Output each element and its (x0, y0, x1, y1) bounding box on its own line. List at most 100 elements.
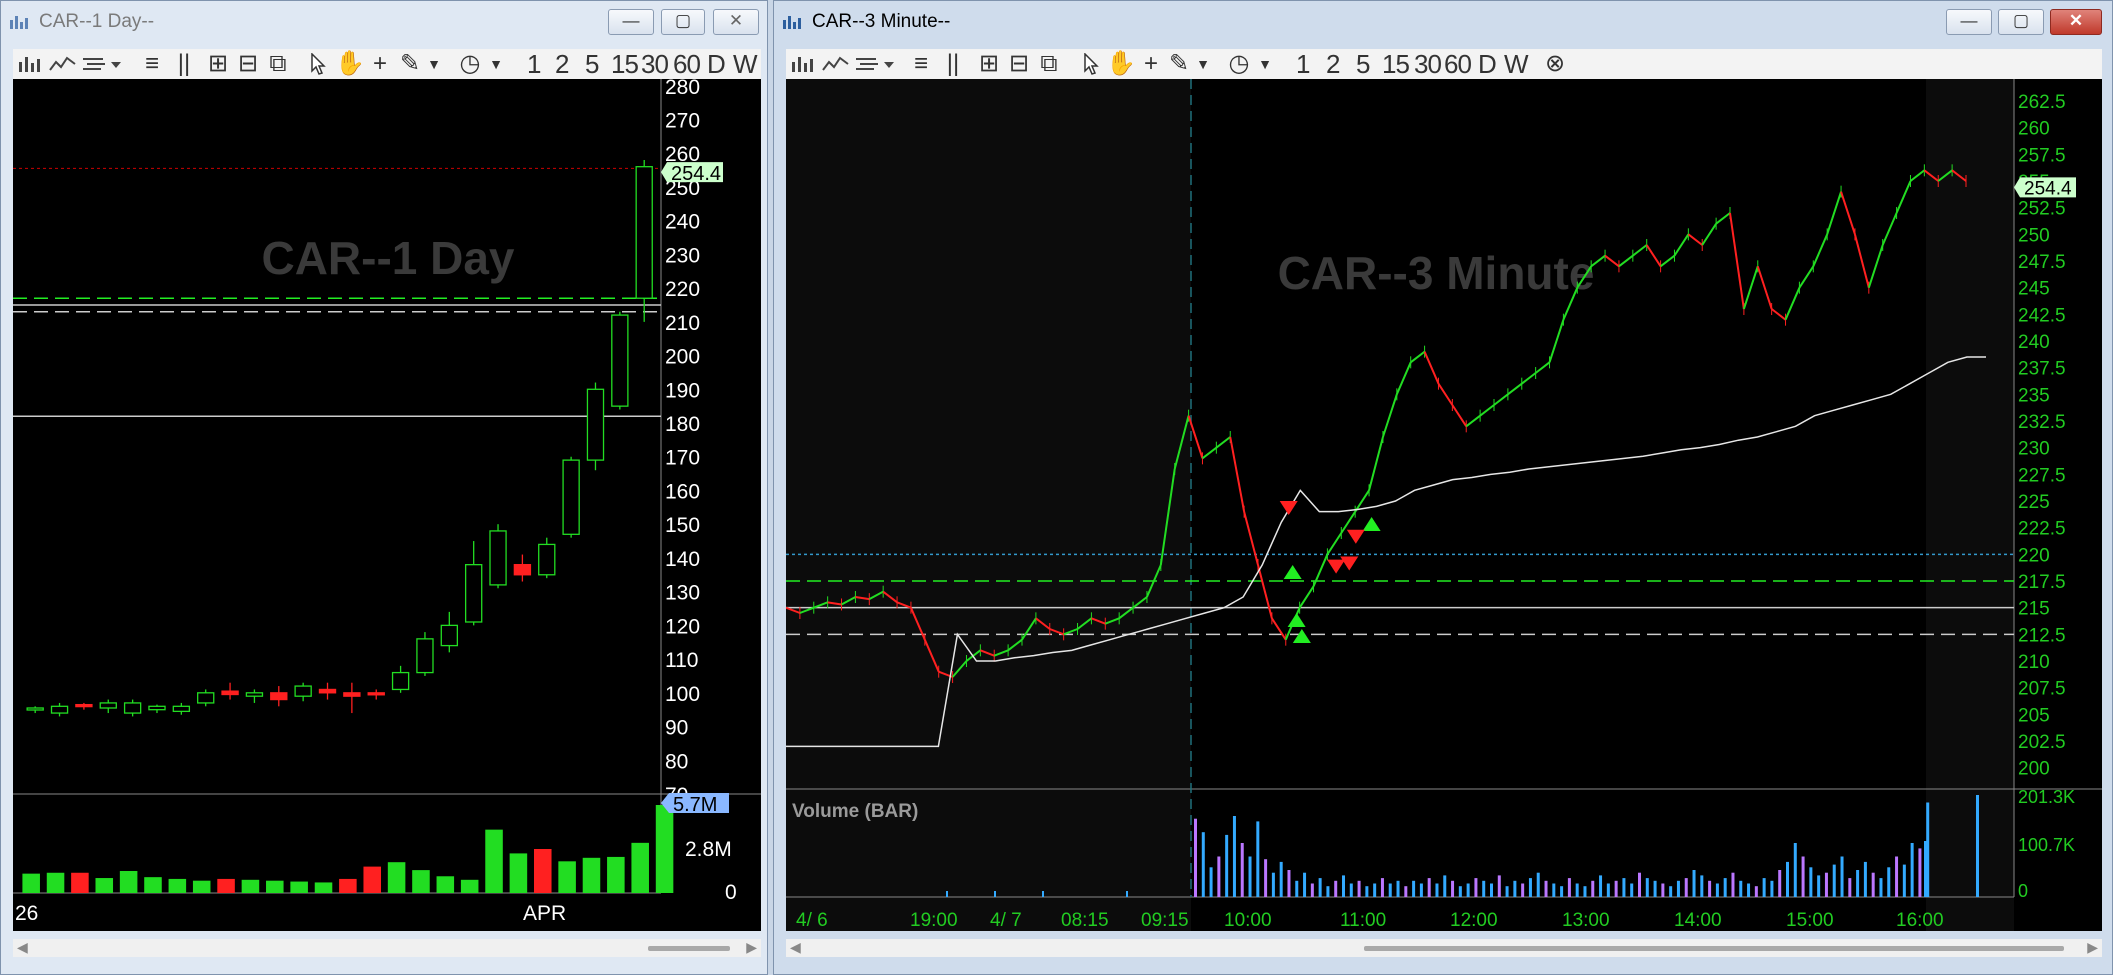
zoom-out-icon[interactable]: ⊟ (1006, 51, 1032, 77)
maximize-button[interactable]: ▢ (1998, 9, 2044, 35)
interval-60[interactable]: 60 (1444, 50, 1472, 78)
daily-chart-window[interactable]: CAR--1 Day-- — ▢ ✕ ≡ || ⊞ ⊟ ⧉ ✋ + ✎ ▼ ◷ … (0, 0, 768, 975)
clock-icon[interactable]: ◷ (1226, 51, 1252, 77)
volume-bar (1661, 883, 1665, 897)
price-axis-tick: 210 (2018, 652, 2050, 673)
zoom-in-icon[interactable]: ⊞ (205, 51, 231, 77)
daily-horizontal-scrollbar[interactable]: ◀ ▶ (13, 939, 761, 957)
price-axis-tick: 237.5 (2018, 359, 2066, 380)
interval-1[interactable]: 1 (527, 50, 542, 78)
time-axis-label: 19:00 (910, 910, 958, 931)
vertical-lines-icon[interactable]: || (940, 51, 966, 77)
intraday-horizontal-scrollbar[interactable]: ◀ ▶ (786, 939, 2102, 957)
indicator-icon[interactable] (49, 54, 77, 74)
zoom-in-icon[interactable]: ⊞ (976, 51, 1002, 77)
horizontal-lines-icon[interactable]: ≡ (139, 51, 165, 77)
intraday-window-titlebar[interactable]: CAR--3 Minute-- — ▢ ✕ (774, 1, 2112, 41)
candle-body (294, 685, 312, 697)
interval-2[interactable]: 2 (555, 50, 570, 78)
zoom-out-icon[interactable]: ⊟ (235, 51, 261, 77)
price-segment (1229, 436, 1246, 512)
interval-15[interactable]: 15 (611, 50, 639, 78)
bar-style-icon[interactable] (17, 54, 43, 74)
indicator-icon[interactable] (822, 54, 850, 74)
close-button[interactable]: ✕ (2050, 9, 2102, 35)
scrollbar-thumb[interactable] (1364, 946, 2064, 951)
volume-bar (1536, 872, 1540, 897)
daily-candlestick-chart[interactable]: CAR--1 Day280270260250240230220210200190… (13, 79, 761, 931)
interval-daily[interactable]: D (1478, 50, 1497, 78)
interval-30[interactable]: 30 (641, 50, 669, 78)
price-segment (1493, 393, 1509, 406)
vertical-lines-icon[interactable]: || (171, 51, 197, 77)
interval-weekly[interactable]: W (1504, 50, 1529, 78)
volume-bar (144, 877, 162, 893)
interval-1[interactable]: 1 (1296, 50, 1311, 78)
intraday-chart-window[interactable]: CAR--3 Minute-- — ▢ ✕ ≡ || ⊞ ⊟ ⧉ ✋ + ✎ ▼… (773, 0, 2113, 975)
interval-15[interactable]: 15 (1382, 50, 1410, 78)
clock-icon[interactable]: ◷ (457, 51, 483, 77)
pan-hand-icon[interactable]: ✋ (1106, 51, 1136, 77)
price-segment (1298, 585, 1315, 609)
price-segment (1201, 446, 1217, 460)
minimize-button[interactable]: — (1946, 9, 1992, 35)
intraday-chart-area[interactable]: CAR--3 Minute262.5260257.5255252.5250247… (786, 79, 2102, 931)
draw-pencil-icon[interactable]: ✎ (397, 51, 423, 77)
volume-bar (1817, 875, 1821, 897)
price-segment (1451, 404, 1468, 427)
price-segment (1798, 265, 1815, 289)
price-segment (1437, 383, 1454, 406)
volume-bar (1217, 856, 1221, 897)
crosshair-icon[interactable]: + (1138, 51, 1164, 77)
pointer-icon[interactable] (309, 53, 327, 75)
draw-menu-chevron-icon[interactable]: ▼ (425, 51, 443, 77)
pan-hand-icon[interactable]: ✋ (335, 51, 365, 77)
price-segment (1271, 617, 1287, 641)
zoom-fit-icon[interactable]: ⧉ (1036, 51, 1062, 77)
interval-daily[interactable]: D (707, 50, 726, 78)
scrollbar-right-arrow[interactable]: ▶ (746, 939, 757, 956)
price-segment (1548, 319, 1565, 363)
study-menu-icon[interactable] (81, 54, 125, 74)
bar-style-icon[interactable] (790, 54, 816, 74)
interval-60[interactable]: 60 (673, 50, 701, 78)
study-menu-icon[interactable] (854, 54, 898, 74)
maximize-button[interactable]: ▢ (661, 9, 705, 35)
daily-window-title: CAR--1 Day-- (39, 11, 155, 32)
volume-bar (1443, 875, 1447, 897)
draw-pencil-icon[interactable]: ✎ (1166, 51, 1192, 77)
crosshair-icon[interactable]: + (367, 51, 393, 77)
volume-bar (1801, 856, 1805, 897)
minimize-button[interactable]: — (608, 9, 654, 35)
interval-menu-chevron-icon[interactable]: ▼ (487, 51, 505, 77)
time-axis-label: 15:00 (1786, 910, 1834, 931)
daily-chart-area[interactable]: CAR--1 Day 280 270 260 250 240 230 220 210 200 190… (13, 79, 761, 931)
volume-bar (1256, 821, 1260, 897)
draw-menu-chevron-icon[interactable]: ▼ (1194, 51, 1212, 77)
volume-bar (946, 891, 948, 897)
price-axis-tick: 100 (665, 683, 700, 706)
volume-bar (314, 882, 333, 893)
minimize-icon: — (1960, 11, 1978, 30)
daily-window-titlebar[interactable]: CAR--1 Day-- — ▢ ✕ (1, 1, 767, 41)
intraday-price-chart[interactable]: CAR--3 Minute262.5260257.5255252.5250247… (786, 79, 2102, 931)
interval-30[interactable]: 30 (1414, 50, 1442, 78)
interval-weekly[interactable]: W (733, 50, 758, 78)
close-circle-icon[interactable]: ⊗ (1542, 51, 1568, 77)
scrollbar-thumb[interactable] (648, 946, 730, 951)
price-axis-tick: 235 (2018, 385, 2050, 406)
price-segment (1715, 212, 1731, 225)
close-button[interactable]: ✕ (713, 9, 759, 35)
volume-bar (1490, 883, 1493, 897)
interval-2[interactable]: 2 (1326, 50, 1341, 78)
scrollbar-right-arrow[interactable]: ▶ (2087, 939, 2098, 956)
zoom-fit-icon[interactable]: ⧉ (265, 51, 291, 77)
interval-menu-chevron-icon[interactable]: ▼ (1256, 51, 1274, 77)
interval-5[interactable]: 5 (585, 50, 600, 78)
scrollbar-left-arrow[interactable]: ◀ (17, 939, 28, 956)
interval-5[interactable]: 5 (1356, 50, 1371, 78)
volume-bar (1708, 880, 1712, 897)
horizontal-lines-icon[interactable]: ≡ (908, 51, 934, 77)
pointer-icon[interactable] (1082, 53, 1100, 75)
scrollbar-left-arrow[interactable]: ◀ (790, 939, 801, 956)
